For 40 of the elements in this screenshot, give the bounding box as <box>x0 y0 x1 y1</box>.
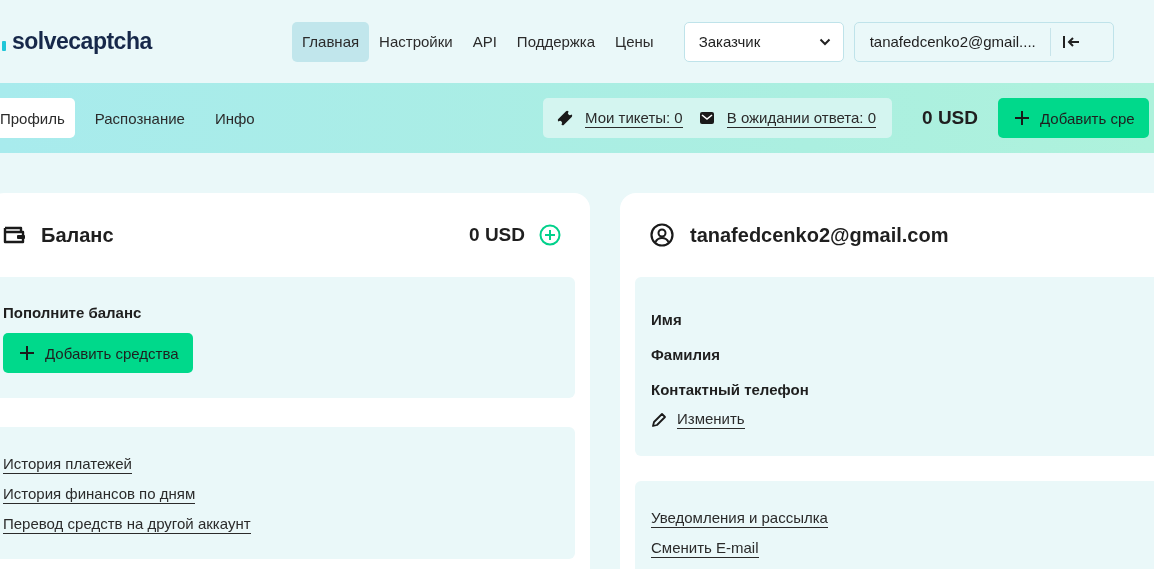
ticket-link[interactable]: В ожидании ответа: 0 <box>726 108 877 128</box>
role-select[interactable]: Заказчик <box>683 21 844 62</box>
chevron-down-icon <box>818 37 831 46</box>
nav-link[interactable]: Главная <box>292 21 370 62</box>
tab[interactable]: Инфо <box>204 98 265 138</box>
balance-amount: 0 USD <box>469 224 525 246</box>
settings-link[interactable]: Уведомления и рассылка <box>651 509 828 528</box>
balance-amount: 0 USD <box>922 107 978 129</box>
plus-circle-icon <box>539 224 561 246</box>
edit-link[interactable]: Изменить <box>677 410 745 429</box>
add-funds-button[interactable]: Добавить сре <box>998 98 1149 138</box>
envelope-icon <box>698 110 715 126</box>
plus-icon <box>17 343 37 363</box>
add-funds-button[interactable]: Добавить средства <box>3 333 193 373</box>
field-label: Контактный телефон <box>651 381 810 398</box>
profile-email: tanafedcenko2@gmail.com <box>690 223 949 247</box>
logo-text: solvecaptcha <box>12 28 152 55</box>
nav-link[interactable]: Цены <box>605 21 664 62</box>
nav-link[interactable]: Поддержка <box>506 21 606 62</box>
account-email: tanafedcenko2@gmail.... <box>869 33 1036 50</box>
history-link[interactable]: Перевод средств на другой аккаунт <box>3 515 251 534</box>
logo-icon <box>2 40 6 51</box>
ticket-link[interactable]: Мои тикеты: 0 <box>585 108 683 128</box>
account-box[interactable]: tanafedcenko2@gmail.... <box>853 21 1114 62</box>
field-label: Фамилия <box>651 346 721 363</box>
logout-icon <box>1062 33 1079 50</box>
wallet-icon <box>3 225 25 245</box>
field-label: Имя <box>651 311 683 328</box>
tab[interactable]: Профиль <box>0 98 75 138</box>
user-circle-icon <box>650 223 674 247</box>
history-link[interactable]: История платежей <box>3 455 132 474</box>
tab[interactable]: Распознание <box>84 98 195 138</box>
card-title: Баланс <box>41 223 114 247</box>
plus-icon <box>1012 108 1032 128</box>
nav-link[interactable]: Настройки <box>369 21 463 62</box>
nav-link[interactable]: API <box>462 21 507 62</box>
topup-title: Пополните баланс <box>3 304 143 321</box>
pencil-icon <box>651 411 667 428</box>
history-link[interactable]: История финансов по дням <box>3 485 196 504</box>
settings-link[interactable]: Сменить E-mail <box>651 539 759 558</box>
